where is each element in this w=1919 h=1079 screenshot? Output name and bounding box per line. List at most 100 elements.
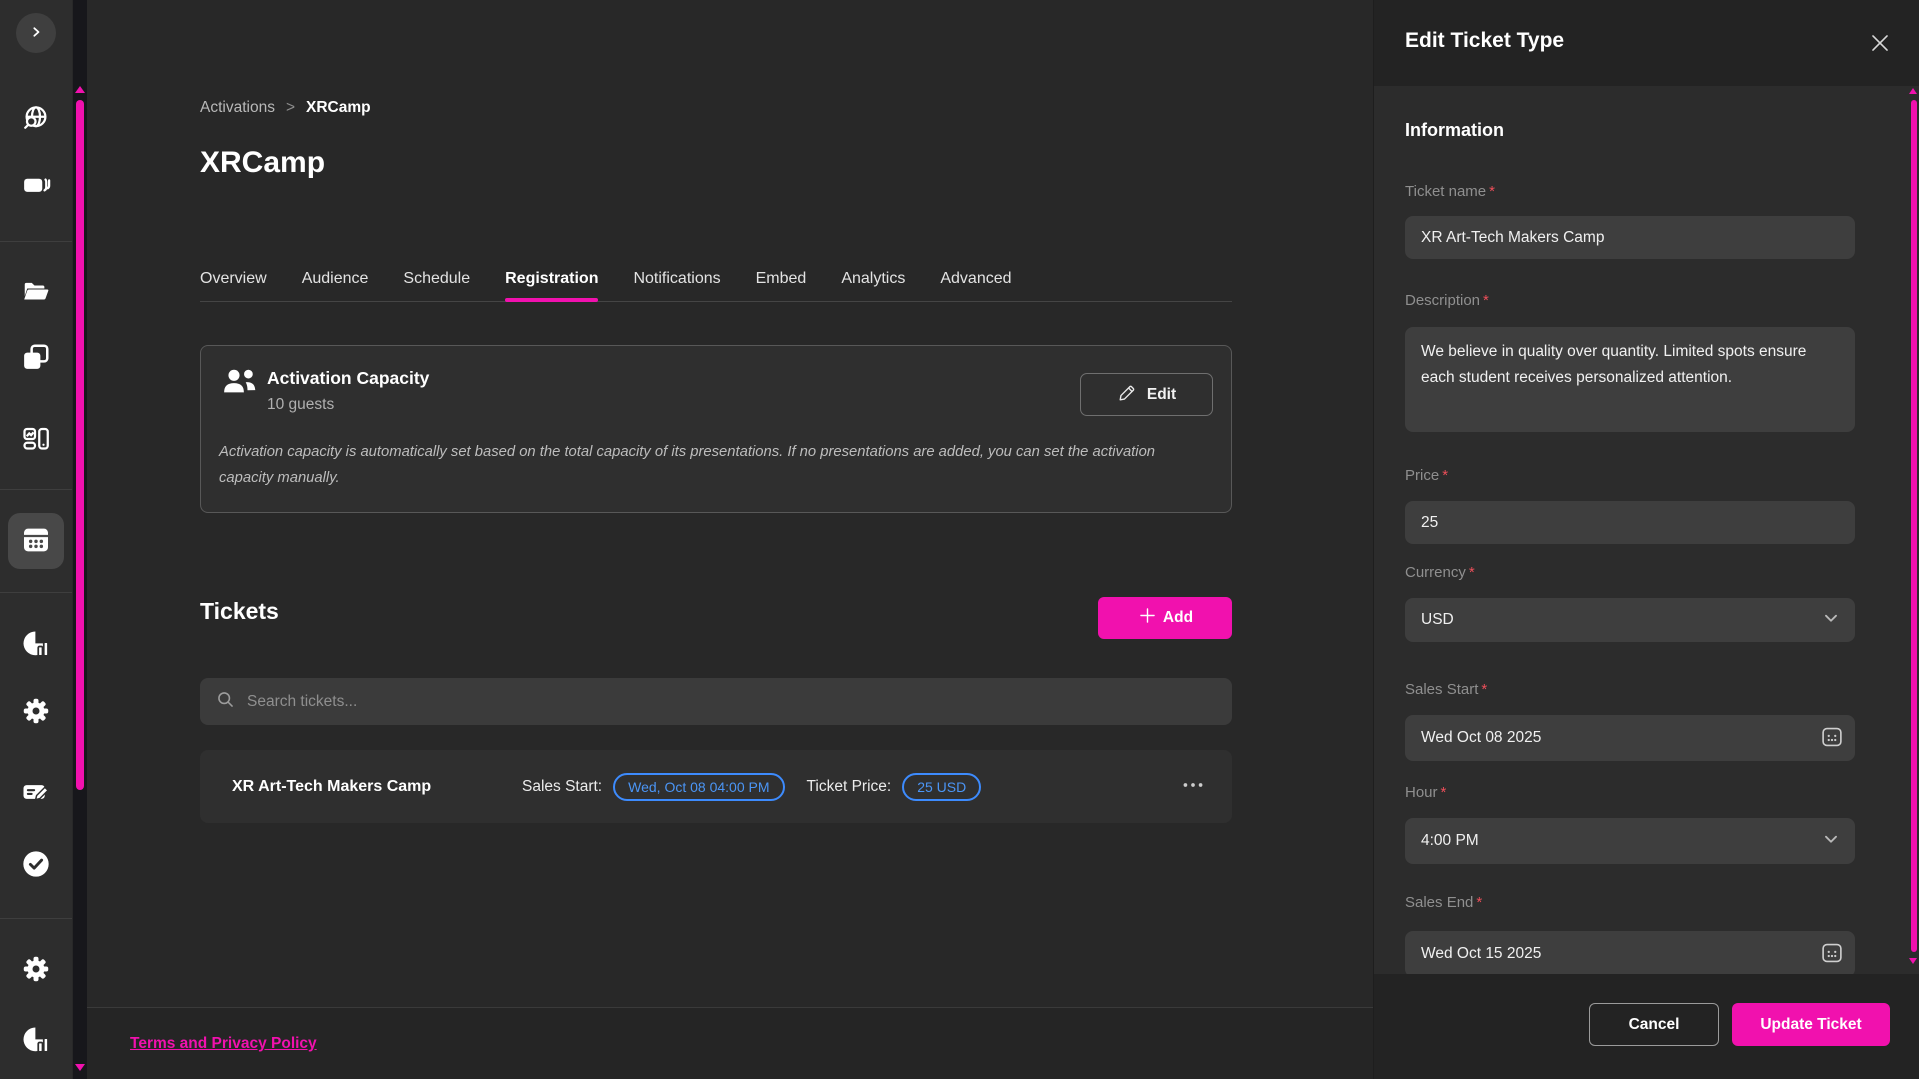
- sidebar-item-settings[interactable]: [0, 688, 72, 736]
- sidebar-item-showcase[interactable]: [0, 416, 72, 464]
- required-asterisk: *: [1489, 183, 1495, 200]
- sales-start-value: Wed Oct 08 2025: [1421, 729, 1541, 747]
- field-label-text: Sales Start: [1405, 681, 1478, 698]
- ticket-search-bar: [200, 678, 1232, 725]
- update-ticket-button[interactable]: Update Ticket: [1732, 1003, 1890, 1046]
- sales-start-label: Sales Start*: [1405, 681, 1487, 698]
- add-button-label: Add: [1163, 609, 1193, 627]
- ticket-name-input[interactable]: [1405, 216, 1855, 259]
- tab-advanced[interactable]: Advanced: [940, 256, 1011, 301]
- panel-title: Edit Ticket Type: [1405, 29, 1564, 53]
- panel-scrollbar-thumb[interactable]: [1911, 100, 1917, 952]
- sidebar-divider: [0, 241, 72, 242]
- sidebar-item-tickets[interactable]: [0, 769, 72, 817]
- description-textarea[interactable]: [1405, 327, 1855, 432]
- main-footer: Terms and Privacy Policy: [87, 1007, 1373, 1079]
- sales-start-date-field[interactable]: Wed Oct 08 2025: [1405, 715, 1855, 761]
- close-icon: [1867, 30, 1893, 59]
- ticket-row[interactable]: XR Art-Tech Makers Camp Sales Start: Wed…: [200, 750, 1232, 823]
- description-label: Description*: [1405, 292, 1489, 309]
- date-picker-button[interactable]: [1819, 940, 1845, 969]
- date-picker-icon: [1819, 940, 1845, 969]
- field-label-text: Currency: [1405, 564, 1466, 581]
- panel-scroll-up-arrow-icon[interactable]: [1909, 88, 1917, 94]
- cancel-button[interactable]: Cancel: [1589, 1003, 1719, 1046]
- currency-select[interactable]: USD: [1405, 598, 1855, 642]
- sidebar: [0, 0, 72, 1079]
- capacity-note: Activation capacity is automatically set…: [219, 439, 1207, 492]
- main-scrollbar[interactable]: [73, 0, 87, 1079]
- gear-icon: [21, 696, 51, 729]
- price-label: Price*: [1405, 467, 1448, 484]
- capacity-guests-value: 10 guests: [267, 396, 334, 414]
- tab-overview[interactable]: Overview: [200, 256, 267, 301]
- add-ticket-button[interactable]: Add: [1098, 597, 1232, 639]
- ticket-edit-icon: [21, 777, 51, 810]
- tab-embed[interactable]: Embed: [756, 256, 807, 301]
- required-asterisk: *: [1469, 564, 1475, 581]
- edit-ticket-panel: Edit Ticket Type Information Ticket name…: [1373, 0, 1919, 1079]
- required-asterisk: *: [1442, 467, 1448, 484]
- sales-end-date-field[interactable]: Wed Oct 15 2025: [1405, 931, 1855, 977]
- field-label-text: Ticket name: [1405, 183, 1486, 200]
- tab-audience[interactable]: Audience: [302, 256, 369, 301]
- panel-scroll-down-arrow-icon[interactable]: [1909, 958, 1917, 964]
- sidebar-item-library[interactable]: [0, 334, 72, 382]
- activation-capacity-card: Activation Capacity 10 guests Edit Activ…: [200, 345, 1232, 513]
- tickets-heading: Tickets: [200, 598, 279, 625]
- price-input[interactable]: [1405, 501, 1855, 544]
- ticket-price-label: Ticket Price:: [807, 778, 892, 796]
- sidebar-item-discover[interactable]: [0, 95, 72, 143]
- tab-notifications[interactable]: Notifications: [633, 256, 720, 301]
- sidebar-item-cards[interactable]: [0, 162, 72, 210]
- page-title: XRCamp: [200, 146, 325, 180]
- sidebar-expand-button[interactable]: [16, 13, 56, 53]
- people-icon: [219, 363, 261, 404]
- currency-value: USD: [1421, 611, 1454, 629]
- sidebar-item-analytics[interactable]: [0, 621, 72, 669]
- required-asterisk: *: [1441, 784, 1447, 801]
- tab-schedule[interactable]: Schedule: [403, 256, 470, 301]
- ticket-price-badge: 25 USD: [902, 773, 981, 801]
- ellipsis-icon: [1180, 772, 1206, 801]
- pencil-icon: [1117, 382, 1138, 408]
- chevron-down-icon: [1820, 607, 1842, 634]
- sidebar-item-admin-settings[interactable]: [0, 946, 72, 994]
- field-label-text: Sales End: [1405, 894, 1473, 911]
- breadcrumb: Activations > XRCamp: [200, 99, 371, 117]
- tab-analytics[interactable]: Analytics: [841, 256, 905, 301]
- sidebar-item-folder[interactable]: [0, 268, 72, 316]
- cards-stack-icon: [21, 170, 51, 203]
- breadcrumb-activations-link[interactable]: Activations: [200, 99, 275, 117]
- search-tickets-input[interactable]: [247, 693, 1217, 711]
- scroll-up-arrow-icon[interactable]: [75, 86, 85, 93]
- field-label-text: Price: [1405, 467, 1439, 484]
- main-scrollbar-thumb[interactable]: [76, 100, 84, 790]
- close-panel-button[interactable]: [1866, 30, 1894, 58]
- pie-chart-icon: [21, 1025, 51, 1058]
- hour-select[interactable]: 4:00 PM: [1405, 818, 1855, 864]
- chevron-right-icon: [26, 22, 46, 45]
- tab-registration[interactable]: Registration: [505, 256, 598, 301]
- required-asterisk: *: [1483, 292, 1489, 309]
- panel-header: Edit Ticket Type: [1374, 0, 1919, 86]
- sidebar-item-activations-active[interactable]: [8, 513, 64, 569]
- check-circle-icon: [20, 848, 52, 883]
- ticket-row-menu-button[interactable]: [1180, 772, 1206, 801]
- required-asterisk: *: [1481, 681, 1487, 698]
- sidebar-item-approvals[interactable]: [0, 841, 72, 889]
- scroll-down-arrow-icon[interactable]: [75, 1064, 85, 1071]
- pie-chart-icon: [21, 629, 51, 662]
- sidebar-divider: [0, 592, 72, 593]
- globe-search-icon: [21, 103, 51, 136]
- ticket-name-label: Ticket name*: [1405, 183, 1495, 200]
- ticket-name: XR Art-Tech Makers Camp: [232, 778, 522, 796]
- sidebar-item-admin-reports[interactable]: [0, 1017, 72, 1065]
- terms-privacy-link[interactable]: Terms and Privacy Policy: [130, 1035, 317, 1053]
- capacity-card-title: Activation Capacity: [267, 368, 429, 389]
- sales-start-label: Sales Start:: [522, 778, 602, 796]
- edit-capacity-button[interactable]: Edit: [1080, 373, 1213, 416]
- date-picker-button[interactable]: [1819, 724, 1845, 753]
- hour-label: Hour*: [1405, 784, 1446, 801]
- sales-end-value: Wed Oct 15 2025: [1421, 945, 1541, 963]
